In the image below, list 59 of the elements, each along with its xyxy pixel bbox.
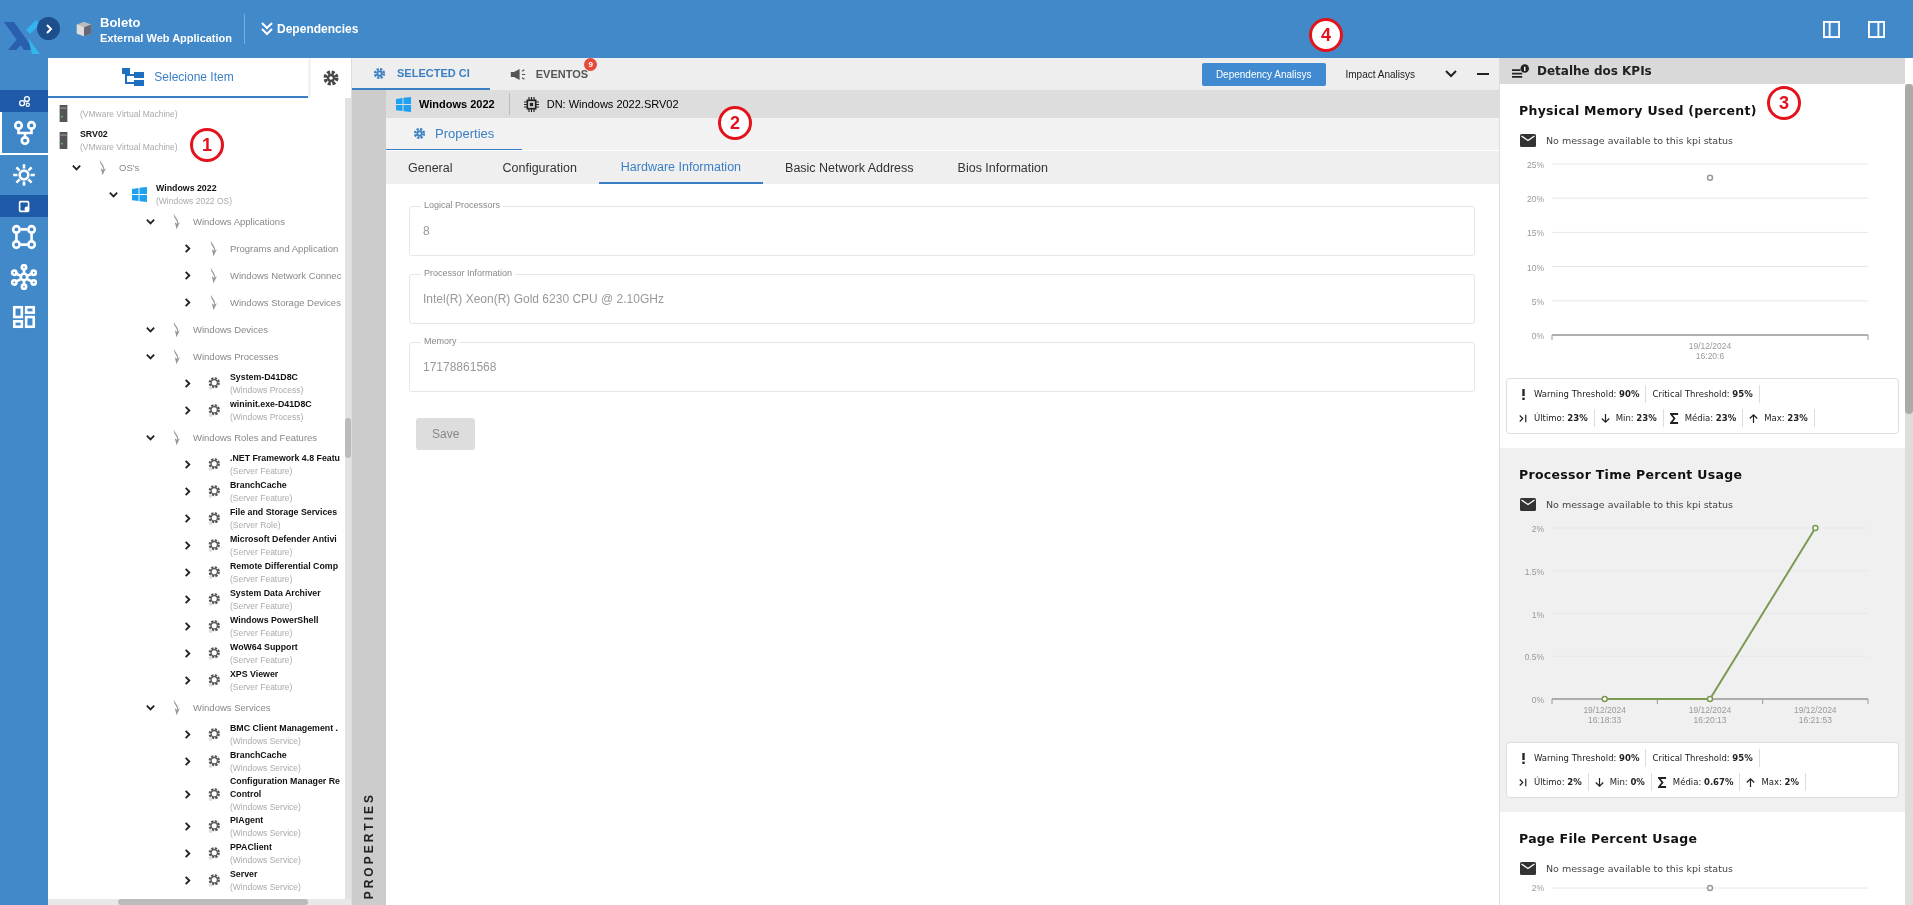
ci-dn: DN: Windows 2022.SRV02 [546, 98, 679, 110]
stat-text: Min: 0% [1609, 777, 1645, 787]
stat-text: Critical Threshold: 95% [1652, 389, 1753, 399]
stat-text: Último: 23% [1534, 413, 1588, 423]
tree-item-type: (Windows Service) [230, 827, 301, 839]
stat-text: Max: 2% [1761, 777, 1800, 787]
stat-text: Warning Threshold: 90% [1534, 753, 1640, 763]
x-axis-label: 19/12/2024 16:18:33 [1583, 705, 1626, 725]
tree-item-type: (Windows Service) [230, 735, 302, 747]
stat-text: Critical Threshold: 95% [1652, 753, 1753, 763]
tree-item-type: (VMware Virtual Machine) [80, 107, 178, 120]
tree-item-type: (Server Feature) [230, 573, 294, 585]
tree-item-type: (Windows Process) [230, 384, 304, 396]
stat-text: Último: 2% [1534, 777, 1582, 787]
stat-text: Média: 0.67% [1672, 777, 1734, 787]
stat-text: Min: 23% [1615, 413, 1657, 423]
y-axis-label: 20% [1527, 194, 1544, 205]
kpi-title: Processor Time Percent Usage [1519, 467, 1744, 482]
tree-item-type: (Windows Service) [230, 881, 301, 893]
x-axis-label: 19/12/2024 16:20:6 [1688, 341, 1732, 361]
y-axis-label: 2% [1531, 524, 1544, 534]
y-axis-label: 25% [1527, 160, 1544, 170]
tree-item-type: (VMware Virtual Machine) [80, 141, 178, 153]
x-axis-label: 19/12/2024 16:20:13 [1688, 705, 1732, 725]
tree-item-type: (Server Feature) [230, 546, 294, 558]
y-axis-label: 0% [1531, 695, 1544, 705]
kpi-message: No message available to this kpi status [1546, 863, 1733, 874]
y-axis-label: 0.5% [1524, 652, 1544, 663]
tree-item-type: (Server Feature) [230, 681, 293, 693]
stat-text: Média: 23% [1684, 413, 1737, 423]
y-axis-label: 1% [1531, 609, 1544, 620]
ci-name: Windows 2022 [419, 98, 495, 110]
tree-item-type: (Server Feature) [230, 465, 294, 477]
tree-item-type: (Windows Service) [230, 801, 302, 813]
y-axis-label: 2% [1530, 883, 1544, 893]
kpi-message: No message available to this kpi status [1546, 135, 1733, 146]
tree-item-type: (Server Feature) [230, 627, 294, 639]
x-axis-label: 19/12/2024 16:21:53 [1794, 705, 1837, 725]
stat-text: Max: 23% [1764, 413, 1808, 423]
y-axis-label: 1.5% [1524, 566, 1544, 577]
y-axis-label: 0% [1531, 331, 1544, 341]
y-axis-label: 15% [1527, 228, 1544, 239]
y-axis-label: 10% [1527, 262, 1544, 273]
kpi-title: Physical Memory Used (percent) [1519, 103, 1758, 118]
stat-text: Warning Threshold: 90% [1534, 389, 1640, 399]
kpi-message: No message available to this kpi status [1546, 499, 1733, 510]
y-axis-label: 5% [1531, 296, 1544, 307]
kpi-title: Page File Percent Usage [1519, 831, 1699, 846]
app-subtitle: External Web Application [100, 31, 233, 44]
tree-item-type: (Windows Service) [230, 854, 301, 866]
tree-item-type: (Server Feature) [230, 654, 294, 666]
app-title: Boleto [100, 14, 142, 30]
tree-item-type: (Windows Process) [230, 411, 305, 423]
tree-item-type: (Server Feature) [230, 492, 293, 504]
panel-title: Detalhe dos KPIs [1537, 64, 1652, 78]
tree-item-type: (Windows Service) [230, 762, 301, 774]
tree-item-type: (Server Role) [230, 519, 282, 531]
tree-item-type: (Windows 2022 OS) [156, 195, 233, 207]
tree-item-type: (Server Feature) [230, 600, 294, 612]
